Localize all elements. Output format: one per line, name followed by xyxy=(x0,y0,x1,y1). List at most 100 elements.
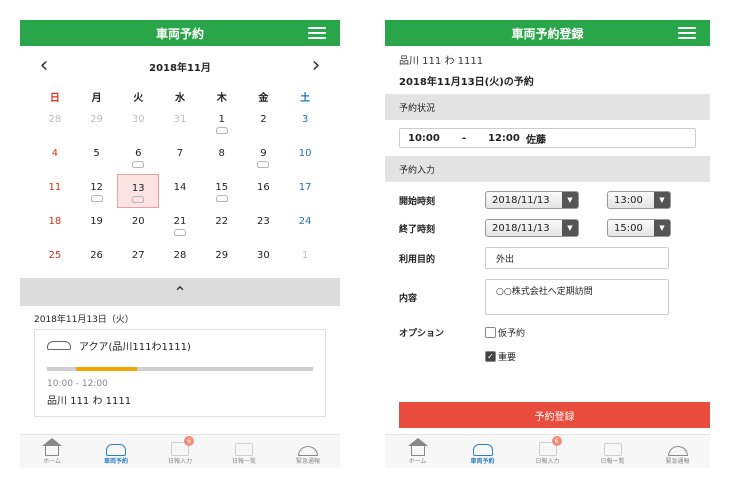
reservation-plate: 品川 111 わ 1111 xyxy=(47,396,132,407)
calendar-day[interactable]: 14 xyxy=(159,174,201,208)
calendar-day[interactable]: 15 xyxy=(201,174,243,208)
calendar-day[interactable]: 1 xyxy=(201,106,243,140)
calendar-day[interactable]: 28 xyxy=(159,242,201,276)
day-number: 29 xyxy=(90,114,103,125)
nav-label: 車両予約 xyxy=(103,458,128,465)
calendar-day[interactable]: 26 xyxy=(76,242,118,276)
day-number: 8 xyxy=(218,148,225,159)
weekday-label: 水 xyxy=(174,92,185,104)
calendar-day[interactable]: 31 xyxy=(159,106,201,140)
nav-emergency-bell[interactable]: 緊急通報 xyxy=(645,435,710,468)
reservation-car-icon xyxy=(215,127,228,134)
content-textarea[interactable]: ○○株式会社へ定期訪問 xyxy=(485,279,669,315)
calendar-day[interactable]: 3 xyxy=(284,106,326,140)
nav-emergency-bell[interactable]: 緊急通報 xyxy=(276,435,340,468)
reservation-card[interactable]: アクア(品川111わ1111) 10:00 - 12:00 品川 111 わ 1… xyxy=(34,329,326,417)
weekday-label: 火 xyxy=(133,92,144,104)
submit-reservation-button[interactable]: 予約登録 xyxy=(399,402,710,428)
checkbox-checked-icon: ✓ xyxy=(485,350,496,362)
calendar-day[interactable]: 18 xyxy=(34,208,76,242)
calendar-day[interactable]: 10 xyxy=(284,140,326,174)
nav-label: ホーム xyxy=(43,458,61,465)
provisional-checkbox[interactable]: 仮予約 xyxy=(485,326,525,339)
calendar-day[interactable]: 27 xyxy=(117,242,159,276)
nav-report-list[interactable]: 日報一覧 xyxy=(580,435,645,468)
calendar-day[interactable]: 13 xyxy=(117,174,160,208)
nav-label: 緊急通報 xyxy=(295,458,320,465)
car-icon xyxy=(47,341,71,350)
calendar-day[interactable]: 12 xyxy=(76,174,118,208)
day-number: 25 xyxy=(48,250,62,261)
end-time-select[interactable]: 15:00 ▼ xyxy=(607,219,671,237)
day-number: 27 xyxy=(131,250,145,261)
weekday-label: 月 xyxy=(91,92,102,104)
nav-car[interactable]: 車両予約 xyxy=(84,435,148,468)
purpose-input[interactable]: 外出 xyxy=(485,247,669,269)
calendar-day[interactable]: 6 xyxy=(117,140,159,174)
nav-report-list[interactable]: 日報一覧 xyxy=(212,435,276,468)
calendar-day[interactable]: 4 xyxy=(34,140,76,174)
calendar-day[interactable]: 17 xyxy=(284,174,326,208)
nav-home[interactable]: ホーム xyxy=(20,435,84,468)
timeline-reserved-segment xyxy=(76,367,138,371)
day-number: 2 xyxy=(260,114,267,125)
menu-icon[interactable] xyxy=(308,27,326,39)
reservation-date: 2018年11月13日（火） xyxy=(34,315,134,325)
calendar-day[interactable]: 29 xyxy=(201,242,243,276)
status-end: 12:00 xyxy=(488,132,520,144)
nav-car[interactable]: 車両予約 xyxy=(450,435,515,468)
dropdown-arrow-icon: ▼ xyxy=(654,192,670,208)
end-date-select[interactable]: 2018/11/13 ▼ xyxy=(485,219,579,237)
checkbox-unchecked-icon xyxy=(485,326,496,338)
calendar-day[interactable]: 19 xyxy=(76,208,118,242)
calendar-day[interactable]: 16 xyxy=(243,174,285,208)
calendar-day[interactable]: 22 xyxy=(201,208,243,242)
menu-icon[interactable] xyxy=(678,27,696,39)
day-number: 1 xyxy=(218,114,225,125)
day-number: 17 xyxy=(298,182,312,193)
calendar-day[interactable]: 20 xyxy=(117,208,159,242)
calendar-day[interactable]: 2 xyxy=(243,106,285,140)
calendar-day[interactable]: 9 xyxy=(243,140,285,174)
weekday-label: 土 xyxy=(300,92,311,104)
calendar-day[interactable]: 8 xyxy=(201,140,243,174)
next-month-button[interactable]: › xyxy=(306,55,326,77)
calendar-day[interactable]: 7 xyxy=(159,140,201,174)
start-time-select[interactable]: 13:00 ▼ xyxy=(607,191,671,209)
calendar-day[interactable]: 30 xyxy=(117,106,159,140)
calendar-day[interactable]: 28 xyxy=(34,106,76,140)
day-number: 23 xyxy=(257,216,270,227)
nav-report[interactable]: 6 日報入力 xyxy=(515,435,580,468)
collapse-calendar-button[interactable]: ⌃ xyxy=(20,278,340,306)
weekday-label: 日 xyxy=(49,92,60,104)
start-date-select[interactable]: 2018/11/13 ▼ xyxy=(485,191,579,209)
status-section-header: 予約状況 xyxy=(385,94,710,120)
vehicle-name: アクア(品川111わ1111) xyxy=(79,342,191,353)
weekday-header: 日月火水木金土 xyxy=(20,86,340,106)
home-icon xyxy=(407,438,428,456)
dropdown-arrow-icon: ▼ xyxy=(562,220,578,236)
reservation-car-icon xyxy=(257,161,270,168)
calendar-day[interactable]: 25 xyxy=(34,242,76,276)
header-bar: 車両予約 xyxy=(20,20,340,46)
important-checkbox[interactable]: ✓ 重要 xyxy=(485,350,516,363)
calendar-day[interactable]: 30 xyxy=(243,242,285,276)
nav-report[interactable]: 6 日報入力 xyxy=(148,435,212,468)
day-number: 3 xyxy=(301,114,309,125)
reservation-car-icon xyxy=(132,161,145,168)
day-number: 18 xyxy=(48,216,62,227)
calendar-day[interactable]: 11 xyxy=(34,174,76,208)
day-number: 31 xyxy=(173,114,187,125)
calendar-day[interactable]: 29 xyxy=(76,106,118,140)
calendar-day[interactable]: 21 xyxy=(159,208,201,242)
calendar-day[interactable]: 23 xyxy=(243,208,285,242)
input-section-header: 予約入力 xyxy=(385,156,710,182)
reservation-car-icon xyxy=(90,195,103,202)
report-list-icon xyxy=(235,443,253,456)
prev-month-button[interactable]: ‹ xyxy=(34,55,54,77)
calendar-day[interactable]: 24 xyxy=(284,208,326,242)
calendar-day[interactable]: 1 xyxy=(284,242,326,276)
nav-home[interactable]: ホーム xyxy=(385,435,450,468)
day-number: 4 xyxy=(51,148,59,159)
calendar-day[interactable]: 5 xyxy=(76,140,118,174)
